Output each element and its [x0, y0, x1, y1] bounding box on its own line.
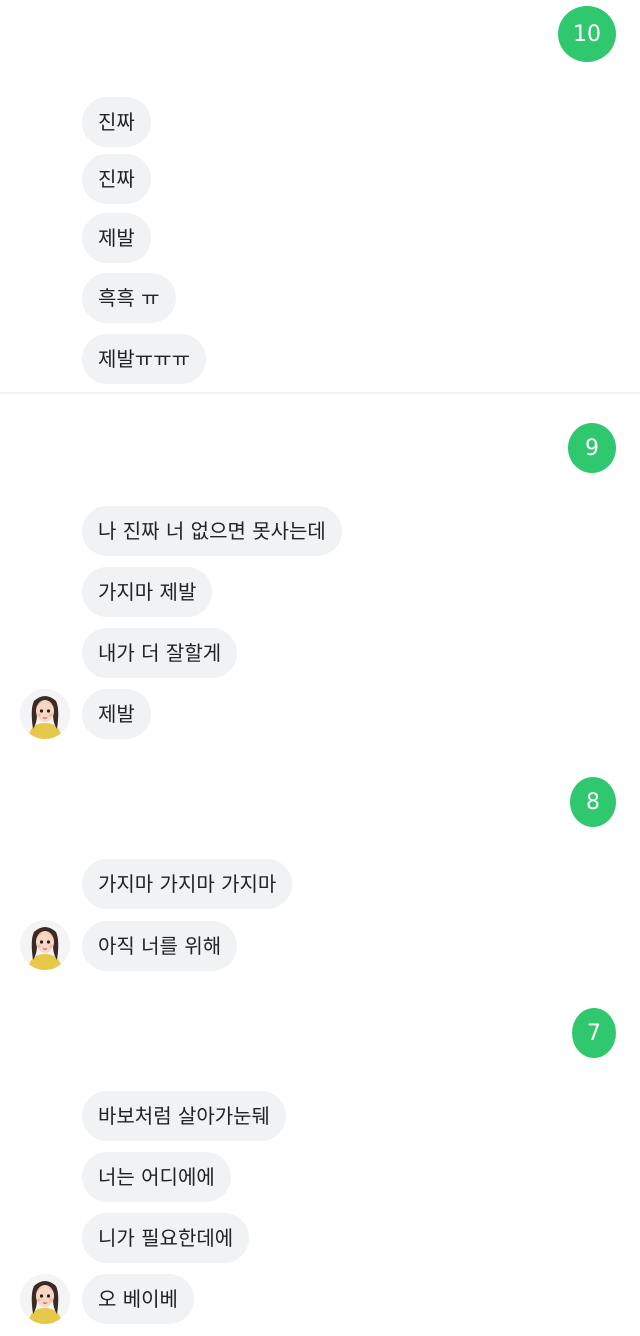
received-message-bubble[interactable]: 바보처럼 살아가눈뒈: [82, 1091, 286, 1141]
received-message-bubble[interactable]: 진짜: [82, 154, 151, 204]
received-message-bubble[interactable]: 내가 더 잘할게: [82, 628, 238, 678]
received-message-bubble[interactable]: 아직 너를 위해: [82, 921, 238, 971]
received-message-bubble[interactable]: 진짜: [82, 97, 151, 147]
received-message-bubble[interactable]: 제발: [82, 689, 151, 739]
sent-message-bubble[interactable]: 9: [568, 423, 616, 473]
sent-message-bubble[interactable]: 8: [570, 777, 616, 827]
sent-message-bubble[interactable]: 7: [572, 1008, 616, 1058]
received-message-bubble[interactable]: 흑흑 ㅠ: [82, 273, 176, 323]
received-message-bubble[interactable]: 가지마 제발: [82, 567, 213, 617]
girl-avatar-icon[interactable]: [20, 689, 70, 739]
girl-avatar-icon[interactable]: [20, 1274, 70, 1324]
girl-avatar-icon[interactable]: [20, 920, 70, 970]
received-message-bubble[interactable]: 제발ㅠㅠㅠ: [82, 334, 206, 384]
received-message-bubble[interactable]: 가지마 가지마 가지마: [82, 859, 293, 909]
chat-screen: { "colors": { "sent_bubble": "#2fc86f", …: [0, 0, 640, 1336]
received-message-bubble[interactable]: 너는 어디에에: [82, 1152, 231, 1202]
received-message-bubble[interactable]: 오 베이베: [82, 1274, 194, 1324]
received-message-bubble[interactable]: 니가 필요한데에: [82, 1213, 250, 1263]
section-divider: [0, 392, 640, 394]
sent-message-bubble[interactable]: 10: [558, 6, 616, 62]
received-message-bubble[interactable]: 제발: [82, 213, 151, 263]
received-message-bubble[interactable]: 나 진짜 너 없으면 못사는데: [82, 506, 342, 556]
